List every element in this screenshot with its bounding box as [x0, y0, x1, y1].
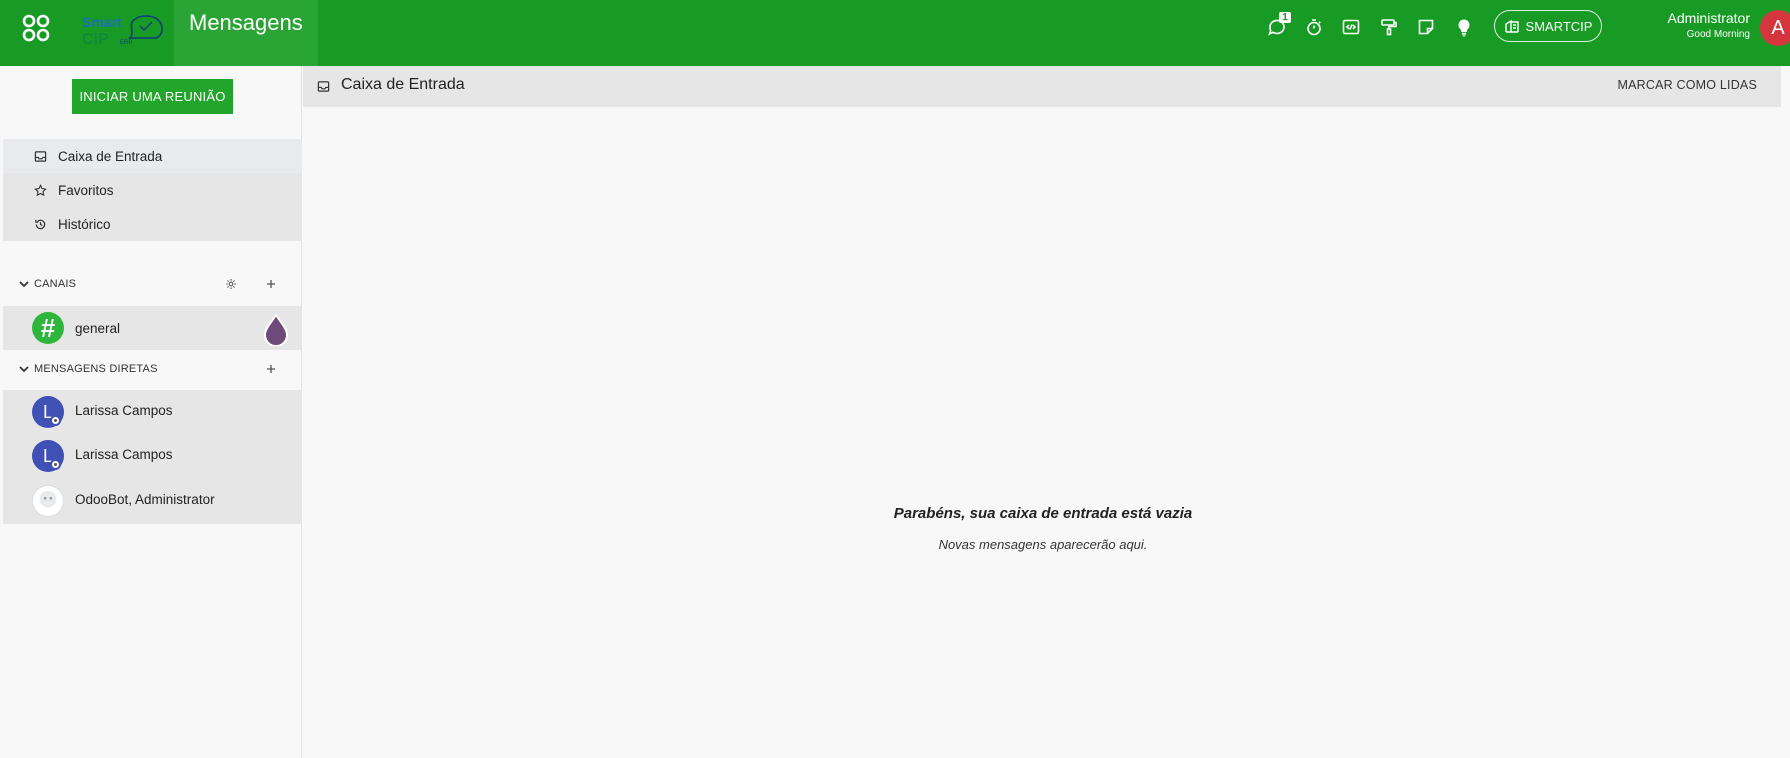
channels-header: CANAIS — [18, 274, 302, 294]
chevron-down-icon[interactable] — [18, 363, 30, 375]
direct-messages-header: MENSAGENS DIRETAS — [18, 359, 302, 379]
building-icon — [1504, 19, 1519, 33]
dm-name: Larissa Campos — [75, 447, 173, 462]
direct-messages-header-label[interactable]: MENSAGENS DIRETAS — [34, 363, 158, 375]
channel-name: general — [75, 320, 121, 336]
channels-header-label[interactable]: CANAIS — [34, 278, 76, 290]
mailbox-list: Caixa de Entrada Favoritos Histórico — [3, 139, 302, 241]
star-icon — [34, 183, 48, 197]
mailbox-inbox[interactable]: Caixa de Entrada — [3, 139, 302, 173]
channel-item-general[interactable]: # general — [3, 306, 302, 350]
dm-name: Larissa Campos — [75, 403, 173, 418]
mailbox-favorites[interactable]: Favoritos — [3, 173, 302, 207]
sticky-note-icon[interactable] — [1415, 16, 1437, 38]
chevron-down-icon[interactable] — [18, 278, 30, 290]
mailbox-label: Caixa de Entrada — [58, 148, 163, 164]
inbox-icon — [317, 81, 330, 92]
dm-name: OdooBot, Administrator — [75, 492, 215, 507]
thread-header: Caixa de Entrada MARCAR COMO LIDAS — [303, 66, 1781, 107]
messages-icon[interactable]: 1 — [1266, 12, 1291, 38]
app-title[interactable]: Mensagens — [189, 10, 303, 36]
dm-item[interactable]: L Larissa Campos — [3, 434, 302, 478]
map-pin-drop-icon — [263, 314, 289, 346]
user-avatar[interactable]: A — [1760, 10, 1790, 46]
company-switch-button[interactable]: SMARTCIP — [1494, 10, 1602, 42]
robot-icon — [39, 490, 57, 508]
presence-status-icon — [50, 459, 61, 470]
dm-item[interactable]: L Larissa Campos — [3, 390, 302, 434]
stopwatch-icon[interactable] — [1303, 16, 1325, 38]
company-name: SMARTCIP — [1525, 18, 1593, 34]
direct-messages-list: L Larissa Campos L Larissa Campos OdooBo… — [3, 390, 302, 524]
svg-text:Smart: Smart — [82, 14, 122, 30]
user-menu[interactable]: Administrator Good Morning — [1640, 10, 1750, 40]
channel-avatar: # — [32, 312, 64, 344]
thread-title: Caixa de Entrada — [341, 76, 465, 93]
mark-all-read-button[interactable]: MARCAR COMO LIDAS — [1617, 78, 1757, 92]
top-navbar: Smart CIP ERP Mensagens 1 SMARTCIP Admin… — [0, 0, 1790, 66]
brand-logo[interactable]: Smart CIP ERP — [80, 12, 168, 48]
mailbox-history[interactable]: Histórico — [3, 207, 302, 241]
apps-menu-icon[interactable] — [18, 10, 54, 46]
svg-text:CIP: CIP — [82, 31, 109, 48]
add-channel-icon[interactable] — [263, 276, 279, 292]
empty-inbox-subtitle: Novas mensagens aparecerão aqui. — [938, 537, 1148, 552]
presence-status-icon — [50, 415, 61, 426]
code-icon[interactable] — [1340, 16, 1362, 38]
user-greeting: Good Morning — [1686, 29, 1750, 40]
start-meeting-button[interactable]: INICIAR UMA REUNIÃO — [72, 79, 233, 114]
lightbulb-icon[interactable] — [1453, 16, 1475, 38]
svg-text:ERP: ERP — [120, 40, 132, 46]
mailbox-label: Favoritos — [58, 182, 114, 198]
inbox-icon — [34, 149, 48, 163]
messages-badge: 1 — [1279, 12, 1291, 23]
mailbox-label: Histórico — [58, 216, 111, 232]
add-direct-message-icon[interactable] — [263, 361, 279, 377]
paint-roller-icon[interactable] — [1378, 16, 1400, 38]
dm-item[interactable]: OdooBot, Administrator — [3, 479, 302, 523]
user-name: Administrator — [1667, 10, 1750, 26]
odoobot-avatar — [32, 485, 64, 517]
gear-icon[interactable] — [223, 276, 239, 292]
empty-inbox-title: Parabéns, sua caixa de entrada está vazi… — [893, 505, 1193, 522]
history-icon — [34, 217, 48, 231]
